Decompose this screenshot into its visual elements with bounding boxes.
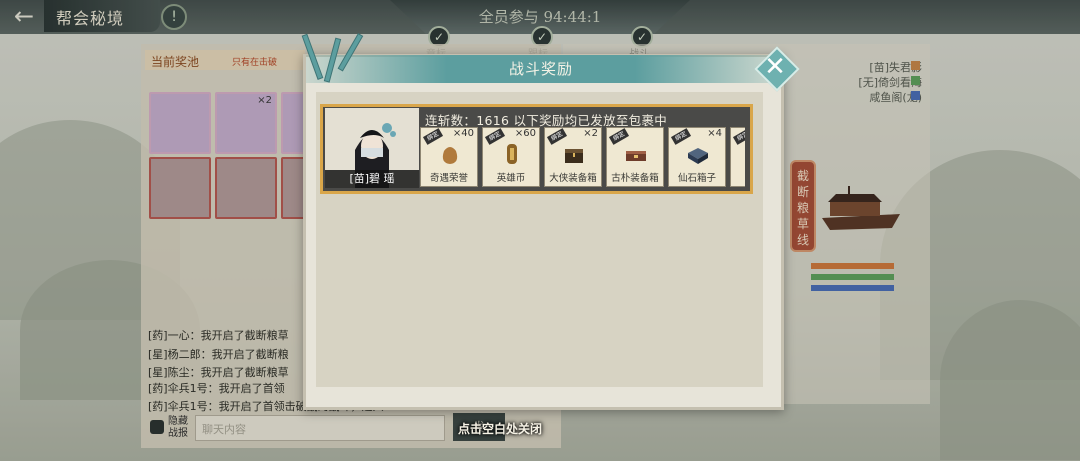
reward-item[interactable]: 绑定 ×4 仙石箱子 [668, 127, 726, 187]
crate-icon [688, 148, 708, 164]
close-button[interactable]: ✕ [754, 46, 800, 92]
modal-title: 战斗奖励 [508, 60, 573, 78]
item-qty: ×2 [583, 128, 598, 139]
reward-item[interactable]: 绑定 [730, 127, 745, 187]
reward-item[interactable]: 绑定 古朴装备箱 [606, 127, 664, 187]
pouch-icon [442, 147, 458, 164]
swords-decoration-icon [301, 32, 364, 83]
token-icon [507, 144, 517, 164]
chest-icon [565, 149, 583, 163]
box-icon [626, 151, 646, 161]
close-x-icon: ✕ [764, 52, 786, 82]
reward-item[interactable]: 绑定 ×40 奇遇荣誉 [420, 127, 478, 187]
item-qty: ×60 [514, 128, 536, 139]
item-qty: ×4 [707, 128, 722, 139]
reward-items-list: 绑定 ×40 奇遇荣誉 绑定 ×60 英雄币 绑定 ×2 大侠装备箱 绑定 古朴… [420, 127, 745, 189]
character-name: [苗]碧 瑶 [325, 170, 419, 188]
item-name: 大侠装备箱 [549, 173, 597, 184]
reward-item[interactable]: 绑定 ×2 大侠装备箱 [544, 127, 602, 187]
bound-tag: 绑定 [732, 128, 745, 145]
item-qty: ×40 [452, 128, 474, 139]
close-hint[interactable]: 点击空白处关闭 [420, 420, 580, 437]
item-name: 英雄币 [496, 173, 526, 184]
item-name: 古朴装备箱 [611, 173, 659, 184]
item-name: 仙石箱子 [677, 173, 716, 184]
item-name: 奇遇荣誉 [429, 173, 468, 184]
reward-item[interactable]: 绑定 ×60 英雄币 [482, 127, 540, 187]
